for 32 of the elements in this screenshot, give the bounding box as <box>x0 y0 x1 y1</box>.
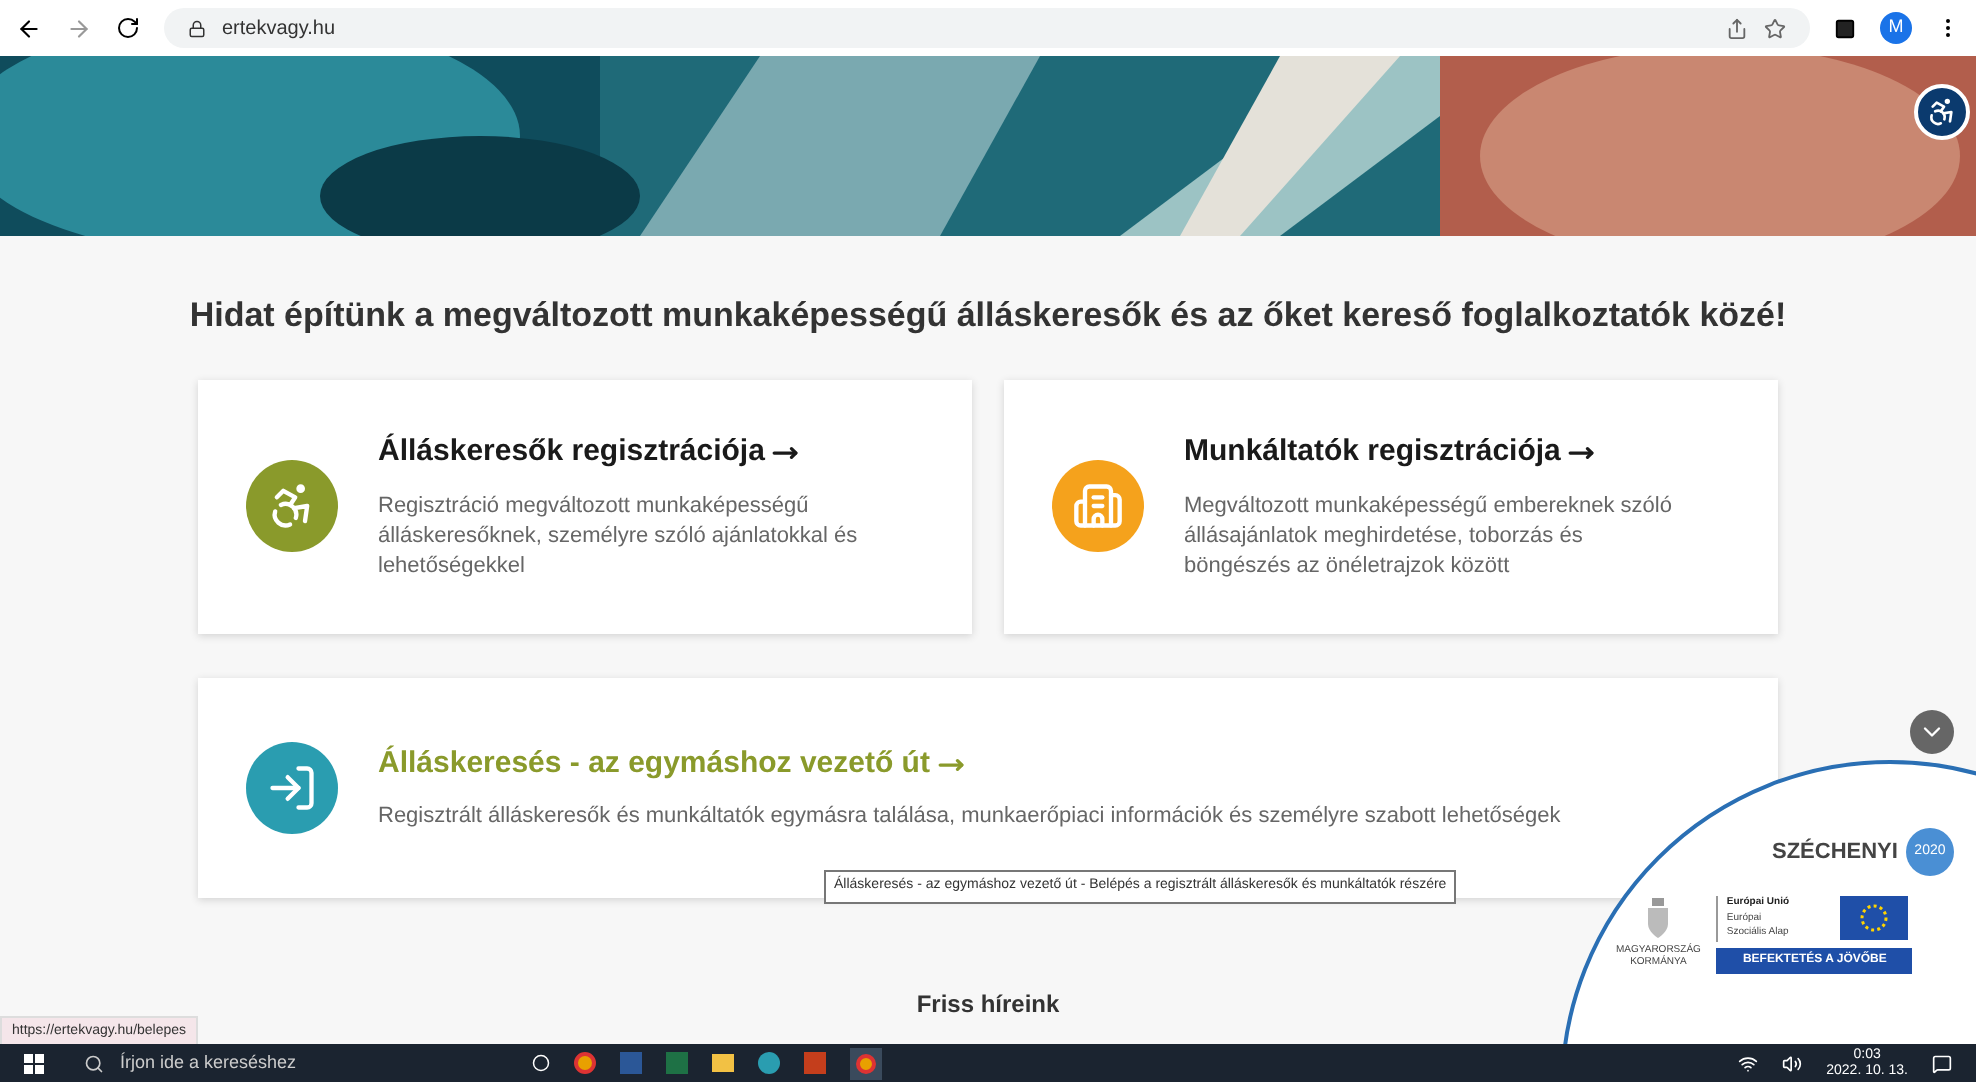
bookmark-star-icon[interactable] <box>1764 17 1786 39</box>
eu-flag-icon <box>1840 896 1909 940</box>
scroll-down-button[interactable] <box>1910 710 1954 754</box>
share-icon[interactable] <box>1726 17 1748 39</box>
sidebar-icon[interactable] <box>1834 17 1856 39</box>
chrome-app-icon[interactable] <box>574 1052 596 1074</box>
news-heading: Friss híreink <box>916 987 1060 1021</box>
search-icon <box>84 1053 104 1073</box>
task-view-icon[interactable] <box>532 1054 550 1072</box>
card-description: Regisztrált álláskeresők és munkáltatók egymásra találása, munkaerőpiaci információk és személyre szabott lehetőségek <box>378 802 1561 833</box>
page-headline: Hidat építünk a megváltozott munkaképességű álláskeresők és az őket kereső foglalkoztatók közé! <box>189 294 1787 338</box>
lock-icon <box>188 19 206 37</box>
back-icon[interactable] <box>16 15 42 41</box>
card-title-link[interactable]: Munkáltatók regisztrációja <box>1184 430 1684 476</box>
edge-app-icon[interactable] <box>758 1052 780 1074</box>
start-icon[interactable] <box>24 1053 44 1073</box>
notification-icon[interactable] <box>1932 1053 1952 1073</box>
url-text: ertekvagy.hu <box>222 15 336 43</box>
card-title-link[interactable]: Álláskeresők regisztrációja <box>378 430 878 476</box>
address-bar[interactable]: ertekvagy.hu <box>164 8 1810 48</box>
chrome-active-app-icon[interactable] <box>850 1047 882 1079</box>
brand-name: SZÉCHENYI <box>1772 836 1898 868</box>
coat-of-arms-icon <box>1644 896 1673 940</box>
accessibility-icon <box>1926 96 1958 128</box>
forward-icon[interactable] <box>66 15 92 41</box>
card-description: Regisztráció megváltozott munkaképességű álláskeresőknek, személyre szóló ajánlatokkal és lehetőségekkel <box>378 491 860 582</box>
card-description: Megváltozott munkaképességű embereknek szóló állásajánlatok meghirdetése, toborzás és böngészés az önéletrajzok között <box>1184 491 1674 582</box>
profile-avatar[interactable]: M <box>1880 12 1912 44</box>
taskbar-search-field[interactable]: Írjon ide a kereséshez <box>68 1044 508 1082</box>
volume-icon[interactable] <box>1782 1053 1803 1073</box>
network-icon[interactable] <box>1738 1053 1759 1073</box>
reload-icon[interactable] <box>116 16 140 40</box>
